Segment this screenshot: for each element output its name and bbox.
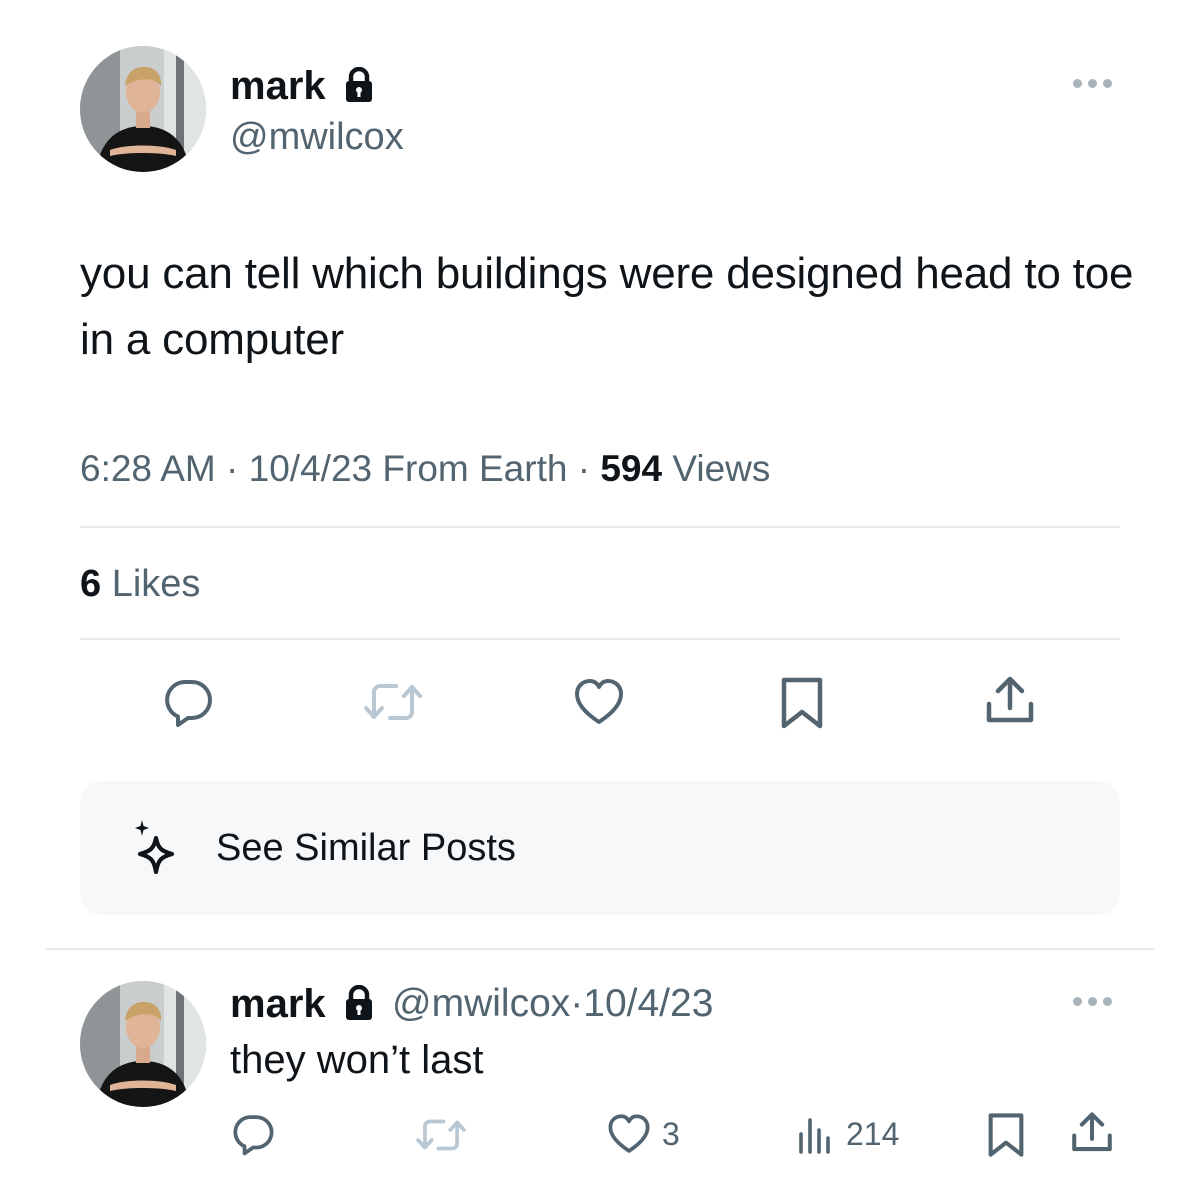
repost-icon: [416, 1119, 466, 1151]
bookmark-button[interactable]: [780, 676, 824, 730]
reply-author-handle[interactable]: @mwilcox: [392, 982, 570, 1025]
heart-icon: [608, 1114, 650, 1153]
views-count: 594: [600, 448, 663, 489]
reply-views-count: 214: [846, 1115, 900, 1152]
author-name[interactable]: mark: [230, 66, 326, 106]
likes-summary[interactable]: 6 Likes: [80, 563, 200, 606]
reply-repost-button[interactable]: [414, 1113, 468, 1157]
see-similar-posts-label: See Similar Posts: [216, 826, 516, 869]
meta-separator: ·: [570, 982, 584, 1025]
profile-photo: [80, 46, 206, 172]
likes-label: Likes: [111, 563, 201, 605]
meta-separator: ·: [226, 448, 239, 489]
repost-button[interactable]: [362, 676, 424, 728]
author-handle[interactable]: @mwilcox: [230, 118, 404, 156]
likes-count: 6: [80, 563, 102, 605]
bookmark-icon: [988, 1113, 1024, 1157]
repost-icon: [364, 684, 422, 720]
reply-avatar[interactable]: [80, 981, 206, 1107]
comment-icon: [165, 680, 212, 727]
reply-button[interactable]: [162, 676, 214, 728]
reply-views-button[interactable]: 214: [796, 1112, 899, 1156]
reply-like-count: 3: [662, 1115, 680, 1152]
share-button[interactable]: [984, 674, 1036, 728]
author-avatar[interactable]: [80, 46, 206, 172]
divider: [80, 638, 1120, 640]
lock-icon: [343, 985, 375, 1021]
reply-like-button[interactable]: 3: [606, 1112, 680, 1156]
heart-icon: [575, 679, 623, 724]
sparkle-icon: [135, 820, 175, 875]
reply-meta: @mwilcox·10/4/23: [392, 984, 713, 1023]
tweet-source: From Earth: [382, 448, 568, 489]
tweet-time[interactable]: 6:28 AM: [80, 448, 216, 489]
reply-text: they won’t last: [230, 1038, 484, 1082]
reply-reply-button[interactable]: [230, 1112, 276, 1156]
tweet-meta: 6:28 AM · 10/4/23 From Earth · 594 Views: [80, 448, 770, 490]
profile-photo: [80, 981, 206, 1107]
reply-share-button[interactable]: [1070, 1110, 1114, 1156]
share-icon: [1072, 1112, 1112, 1152]
reply-date[interactable]: 10/4/23: [583, 982, 713, 1025]
comment-icon: [233, 1115, 274, 1156]
more-icon[interactable]: [1073, 997, 1112, 1006]
tweet-date[interactable]: 10/4/23: [249, 448, 372, 489]
lock-icon: [343, 67, 375, 103]
views-label: Views: [672, 448, 771, 489]
bookmark-icon: [781, 677, 823, 729]
like-button[interactable]: [572, 676, 626, 728]
divider: [46, 948, 1154, 950]
see-similar-posts-button[interactable]: See Similar Posts: [80, 781, 1120, 915]
views-icon: [799, 1118, 830, 1154]
share-icon: [986, 676, 1034, 723]
tweet-text: you can tell which buildings were design…: [80, 249, 1134, 364]
reply-author-name[interactable]: mark: [230, 984, 326, 1024]
reply-bookmark-button[interactable]: [987, 1112, 1025, 1158]
meta-separator: ·: [577, 448, 591, 489]
more-icon[interactable]: [1073, 79, 1112, 88]
divider: [80, 526, 1120, 528]
